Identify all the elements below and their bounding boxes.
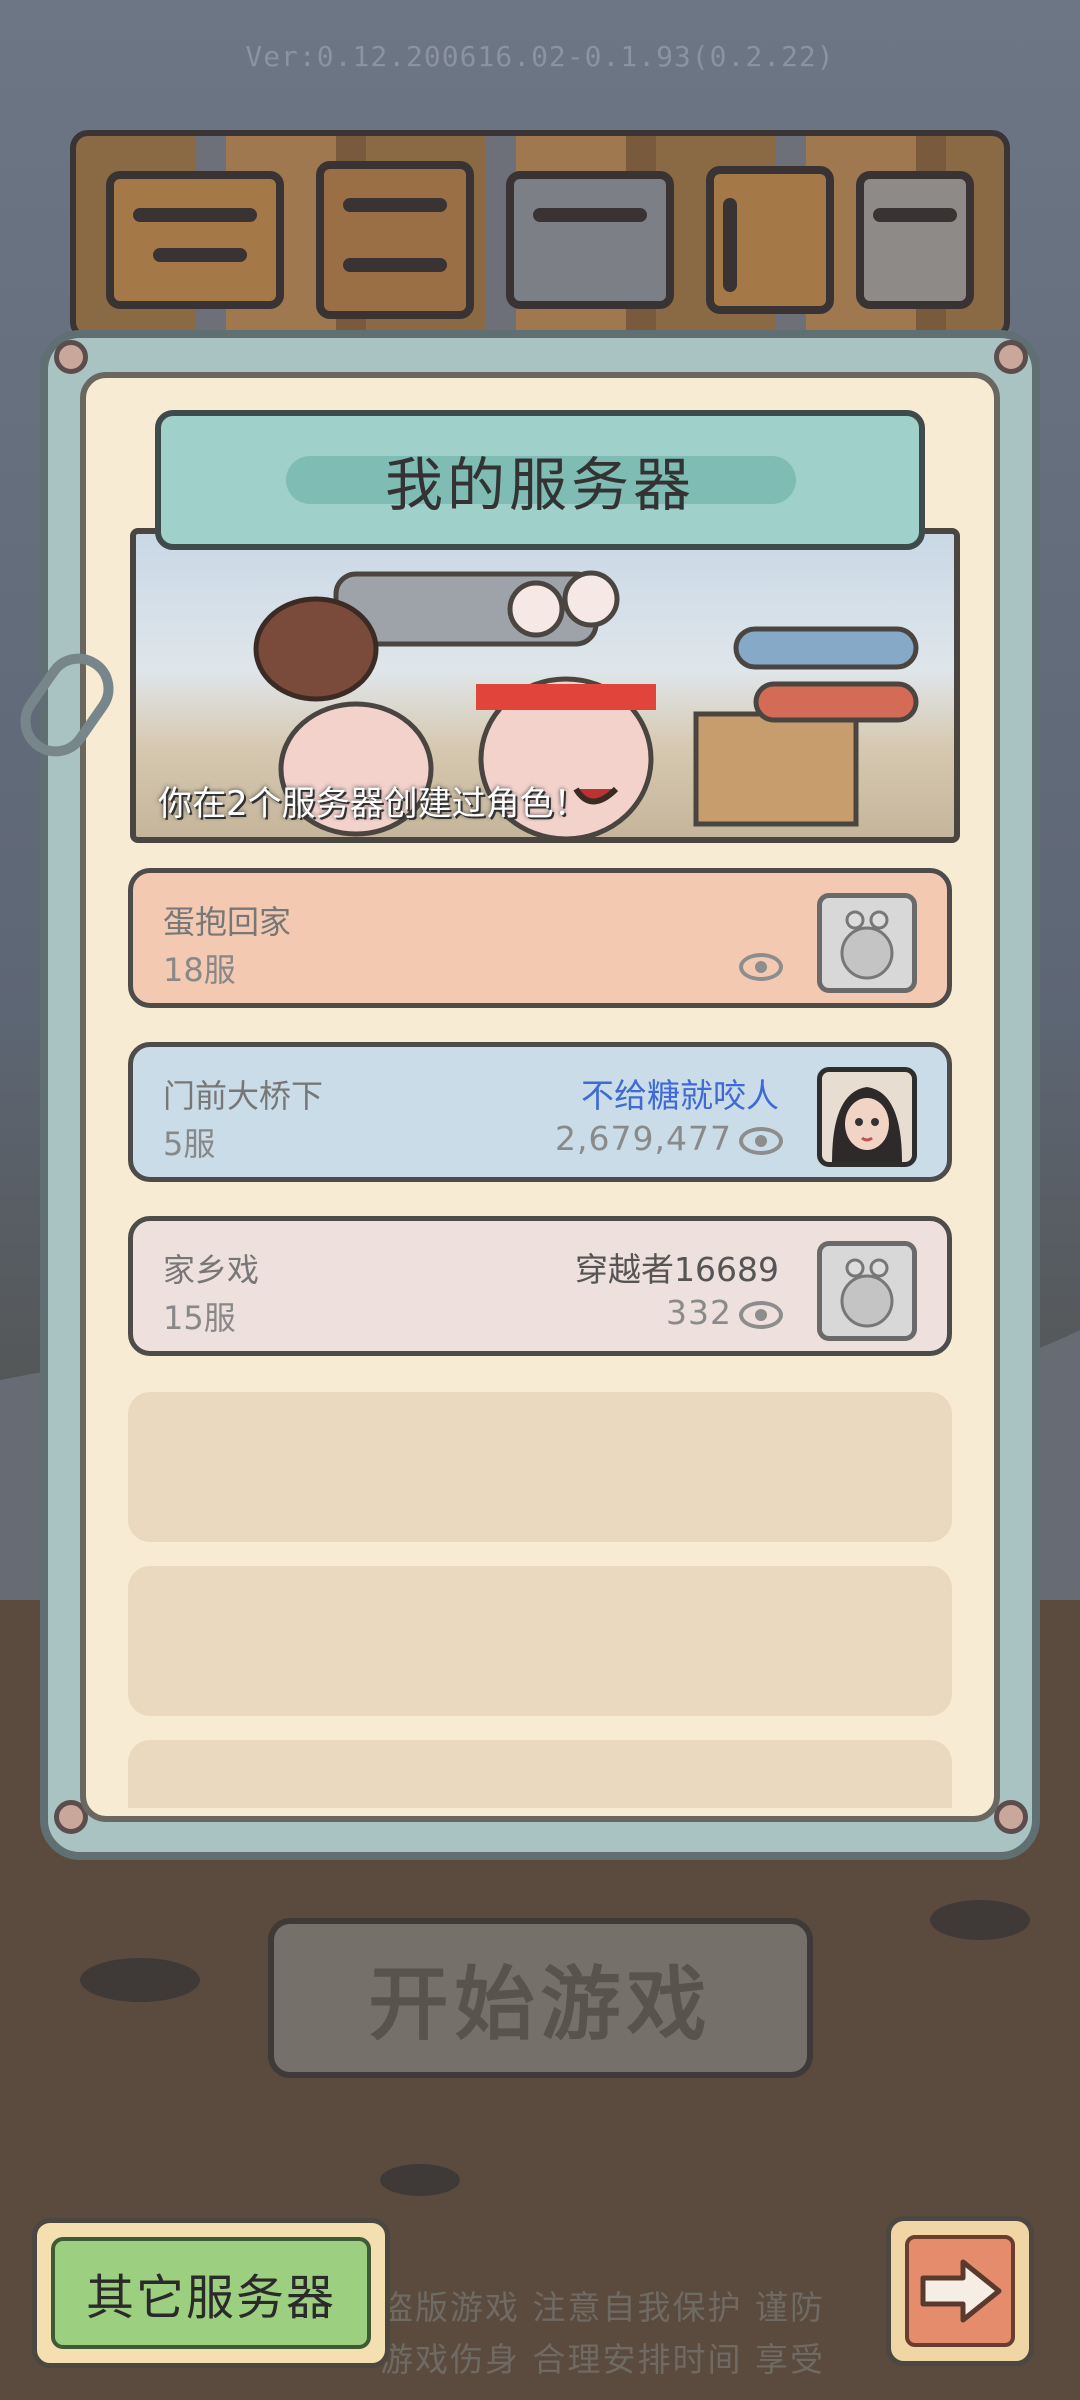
server-number: 5服 <box>163 1125 216 1163</box>
server-number: 15服 <box>163 1299 236 1337</box>
notice-line: 盗版游戏 注意自我保护 谨防 <box>380 2288 825 2327</box>
character-name: 穿越者16689 <box>575 1250 779 1289</box>
notice-line: 游戏伤身 合理安排时间 享受 <box>380 2340 825 2379</box>
server-number: 18服 <box>163 951 236 989</box>
bolt-icon <box>54 340 88 374</box>
server-name: 家乡戏 <box>163 1251 260 1289</box>
right-arrow-icon <box>905 2235 1015 2347</box>
logo-artwork <box>106 161 974 319</box>
next-button[interactable] <box>886 2216 1034 2366</box>
other-servers-label: 其它服务器 <box>51 2237 371 2349</box>
eye-icon <box>739 953 783 981</box>
server-row[interactable]: 家乡戏 15服 穿越者16689 332 <box>128 1216 952 1356</box>
combat-power: 2,679,477 <box>555 1119 732 1158</box>
version-label: Ver:0.12.200616.02-0.1.93(0.2.22) <box>245 40 835 73</box>
panel-header: 我的服务器 <box>155 410 925 550</box>
server-row[interactable]: 蛋抱回家 18服 <box>128 868 952 1008</box>
banner-caption: 你在2个服务器创建过角色！ <box>158 784 588 824</box>
character-portrait <box>817 1067 917 1167</box>
panel-title: 我的服务器 <box>384 451 695 519</box>
empty-server-slot <box>128 1392 952 1542</box>
server-name: 门前大桥下 <box>163 1077 324 1115</box>
combat-power: 332 <box>666 1293 732 1332</box>
eye-icon <box>739 1127 783 1155</box>
game-logo <box>70 130 1010 340</box>
snail-placeholder-icon <box>817 1241 917 1341</box>
snail-placeholder-icon <box>817 893 917 993</box>
health-notice: 盗版游戏 注意自我保护 谨防 游戏伤身 合理安排时间 享受 <box>380 2282 825 2386</box>
start-game-label: 开始游戏 <box>368 1958 713 2051</box>
empty-server-slot <box>128 1740 952 1808</box>
empty-server-slot <box>128 1566 952 1716</box>
bolt-icon <box>994 1800 1028 1834</box>
game-screen: Ver:0.12.200616.02-0.1.93(0.2.22) 你在2个服务… <box>0 0 1080 2400</box>
character-name: 不给糖就咬人 <box>581 1076 779 1115</box>
server-row[interactable]: 门前大桥下 5服 不给糖就咬人 2,679,477 <box>128 1042 952 1182</box>
server-banner: 你在2个服务器创建过角色！ <box>130 528 960 843</box>
bolt-icon <box>994 340 1028 374</box>
server-name: 蛋抱回家 <box>163 903 292 941</box>
other-servers-button[interactable]: 其它服务器 <box>32 2218 390 2368</box>
start-game-button[interactable]: 开始游戏 <box>268 1918 813 2078</box>
eye-icon <box>739 1301 783 1329</box>
